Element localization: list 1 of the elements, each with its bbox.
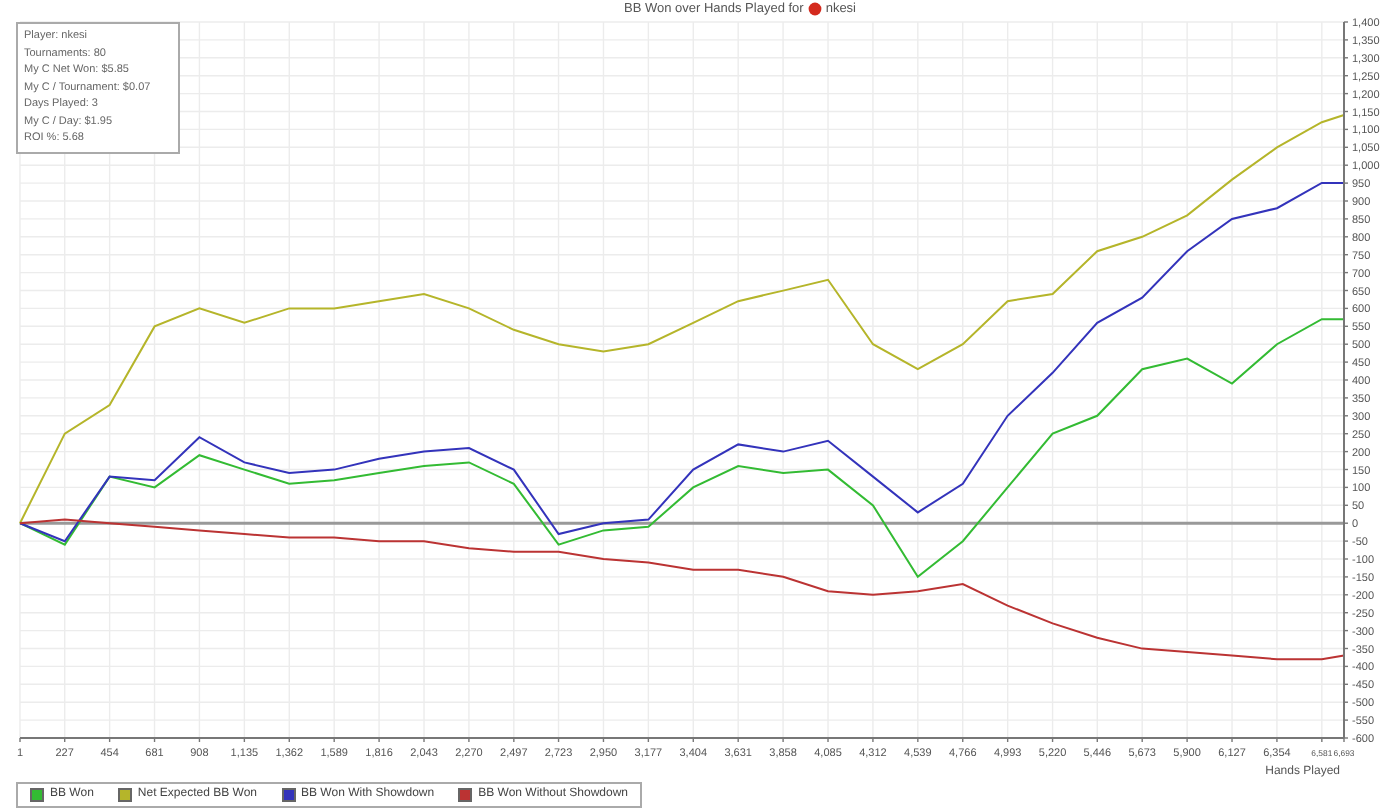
badge-icon — [807, 2, 822, 16]
